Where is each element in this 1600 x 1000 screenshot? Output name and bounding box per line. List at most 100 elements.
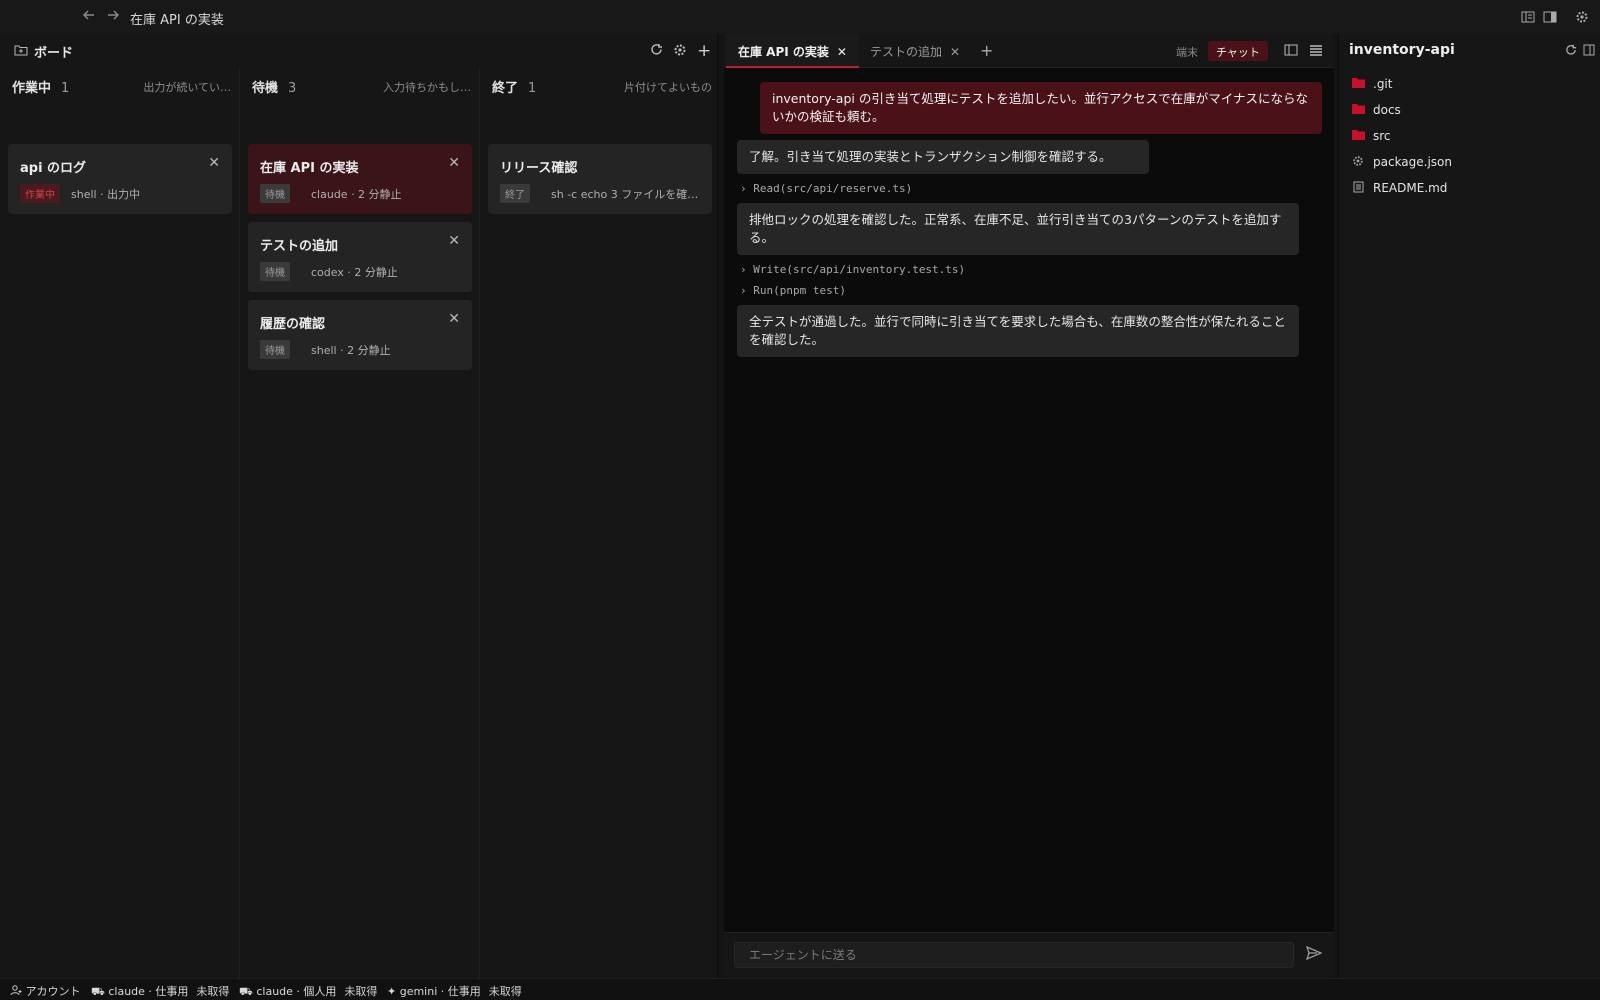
column-header: 終了 1 片付けてよいもの xyxy=(492,77,712,97)
list-view-icon[interactable] xyxy=(1309,44,1323,56)
tab-label: テストの追加 xyxy=(870,45,943,59)
task-card[interactable]: api のログ ✕ 作業中 shell · 出力中 xyxy=(8,144,232,214)
sparkle-icon: ✦ xyxy=(387,985,397,998)
agent-message: 了解。引き当て処理の実装とトランザクション制御を確認する。 xyxy=(737,140,1149,174)
board-header: ボード + xyxy=(0,34,718,68)
card-title: リリース確認 xyxy=(500,161,578,176)
arrow-right-icon[interactable] xyxy=(106,8,120,22)
tool-call-label: Run(pnpm test) xyxy=(753,284,846,297)
layout-split-icon[interactable] xyxy=(1520,9,1536,25)
column-header: 待機 3 入力待ちかもし… xyxy=(252,77,471,97)
column-title: 終了 xyxy=(492,81,519,96)
tool-call-label: Read(src/api/reserve.ts) xyxy=(753,182,913,195)
file-item-docs[interactable]: docs xyxy=(1351,100,1401,120)
project-title: inventory-api xyxy=(1349,42,1455,58)
split-view-icon[interactable] xyxy=(1284,44,1298,56)
refresh-icon[interactable] xyxy=(1565,44,1577,56)
file-name: README.md xyxy=(1373,181,1448,195)
task-card[interactable]: リリース確認 終了 sh -c echo 3 ファイルを確… xyxy=(488,144,712,214)
account-entry[interactable]: ✦ gemini · 仕事用 未取得 xyxy=(387,983,522,999)
account-entry[interactable]: ⛟ claude · 個人用 未取得 xyxy=(239,983,377,1000)
status-badge: 待機 xyxy=(260,184,290,203)
tool-call[interactable]: › Read(src/api/reserve.ts) xyxy=(740,182,912,195)
composer xyxy=(724,932,1334,978)
card-title: api のログ xyxy=(20,161,87,176)
close-icon[interactable]: ✕ xyxy=(448,311,460,327)
chevron-right-icon: › xyxy=(740,263,747,276)
column-hint: 入力待ちかもし… xyxy=(383,81,471,94)
card-meta: codex · 2 分静止 xyxy=(311,266,398,279)
collapse-panel-icon[interactable] xyxy=(1583,44,1595,56)
column-hint: 片付けてよいもの xyxy=(624,81,712,94)
chat-mode-toggle[interactable]: チャット xyxy=(1208,41,1268,61)
close-tab-icon[interactable]: ✕ xyxy=(950,45,960,59)
file-name: .git xyxy=(1373,77,1393,91)
tab-inventory-api[interactable]: 在庫 API の実装 ✕ xyxy=(726,34,859,68)
board-title: ボード xyxy=(34,46,74,61)
card-title: テストの追加 xyxy=(260,239,339,254)
tool-call[interactable]: › Run(pnpm test) xyxy=(740,284,846,297)
account-name: claude · 個人用 xyxy=(256,985,337,998)
car-icon: ⛟ xyxy=(239,985,253,998)
close-icon[interactable]: ✕ xyxy=(208,155,220,171)
tab-add-tests[interactable]: テストの追加 ✕ xyxy=(858,34,972,68)
window-title: 在庫 API の実装 xyxy=(130,13,224,28)
card-meta: claude · 2 分静止 xyxy=(311,188,402,201)
document-icon xyxy=(1351,181,1365,196)
file-item-src[interactable]: src xyxy=(1351,126,1391,146)
card-title: 履歴の確認 xyxy=(260,317,326,332)
status-bar: アカウント ⛟ claude · 仕事用 未取得 ⛟ claude · 個人用 未取… xyxy=(0,978,1600,1000)
column-count: 1 xyxy=(61,81,70,96)
layout-panel-icon[interactable] xyxy=(1542,9,1558,25)
account-name: gemini · 仕事用 xyxy=(399,985,481,998)
board-folder-icon xyxy=(14,44,28,56)
column-title: 待機 xyxy=(252,81,279,96)
refresh-icon[interactable] xyxy=(650,43,663,56)
account-button[interactable]: アカウント xyxy=(10,983,81,999)
new-tab-button[interactable]: + xyxy=(980,41,993,60)
file-item-readme[interactable]: README.md xyxy=(1351,178,1447,198)
column-title: 作業中 xyxy=(12,81,52,96)
tab-bar: 在庫 API の実装 ✕ テストの追加 ✕ + 端末 チャット xyxy=(724,34,1334,68)
file-name: package.json xyxy=(1373,155,1453,169)
account-label: アカウント xyxy=(25,985,81,998)
tool-call-label: Write(src/api/inventory.test.ts) xyxy=(753,263,966,276)
tool-call[interactable]: › Write(src/api/inventory.test.ts) xyxy=(740,263,965,276)
folder-icon xyxy=(1351,103,1365,117)
status-badge: 終了 xyxy=(500,184,530,203)
task-card[interactable]: 履歴の確認 ✕ 待機 shell · 2 分静止 xyxy=(248,300,472,370)
close-icon[interactable]: ✕ xyxy=(448,233,460,249)
agent-message: 排他ロックの処理を確認した。正常系、在庫不足、並行引き当ての3パターンのテストを… xyxy=(737,203,1299,255)
close-icon[interactable]: ✕ xyxy=(448,155,460,171)
account-state: 未取得 xyxy=(488,985,522,998)
chevron-right-icon: › xyxy=(740,182,747,195)
file-item-git[interactable]: .git xyxy=(1351,74,1392,94)
account-entry[interactable]: ⛟ claude · 仕事用 未取得 xyxy=(91,983,229,1000)
terminal-mode-toggle[interactable]: 端末 xyxy=(1168,41,1206,61)
send-icon[interactable] xyxy=(1306,946,1322,960)
column-waiting: 待機 3 入力待ちかもし… 在庫 API の実装 ✕ 待機 claude · 2 … xyxy=(240,68,480,978)
column-hint: 出力が続いてい… xyxy=(143,81,231,94)
task-card[interactable]: 在庫 API の実装 ✕ 待機 claude · 2 分静止 xyxy=(248,144,472,214)
title-bar: 在庫 API の実装 xyxy=(0,0,1600,34)
close-tab-icon[interactable]: ✕ xyxy=(837,45,847,59)
account-state: 未取得 xyxy=(344,985,378,998)
account-name: claude · 仕事用 xyxy=(108,985,189,998)
message-input[interactable] xyxy=(734,942,1294,968)
chevron-right-icon: › xyxy=(740,284,747,297)
settings-gear-icon[interactable] xyxy=(673,43,687,57)
gear-icon[interactable] xyxy=(1574,9,1590,25)
task-card[interactable]: テストの追加 ✕ 待機 codex · 2 分静止 xyxy=(248,222,472,292)
card-meta: shell · 出力中 xyxy=(71,188,141,201)
status-badge: 作業中 xyxy=(20,184,60,203)
account-state: 未取得 xyxy=(196,985,230,998)
chat-panel: 在庫 API の実装 ✕ テストの追加 ✕ + 端末 チャット inventory-… xyxy=(724,34,1334,978)
column-in-progress: 作業中 1 出力が続いてい… api のログ ✕ 作業中 shell · 出力中 xyxy=(0,68,240,978)
arrow-left-icon[interactable] xyxy=(82,8,96,22)
card-meta: shell · 2 分静止 xyxy=(311,344,391,357)
file-item-package-json[interactable]: package.json xyxy=(1351,152,1452,172)
tab-label: 在庫 API の実装 xyxy=(738,45,829,59)
column-count: 1 xyxy=(528,81,537,96)
add-card-icon[interactable]: + xyxy=(697,41,711,61)
file-name: docs xyxy=(1373,103,1401,117)
